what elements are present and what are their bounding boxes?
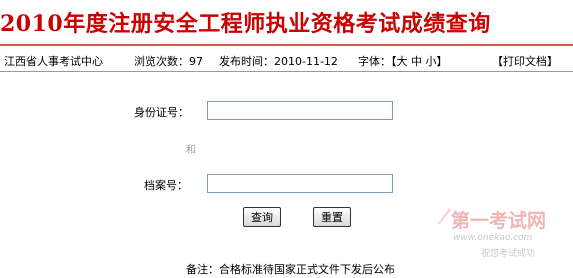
id-number-input[interactable] xyxy=(207,101,393,120)
archive-number-input[interactable] xyxy=(207,174,393,193)
source-text: 江西省人事考试中心 xyxy=(4,55,103,68)
info-divider xyxy=(0,71,573,72)
watermark-title: 第一考试网 xyxy=(451,210,547,232)
reset-button[interactable]: 重置 xyxy=(313,207,351,227)
query-button[interactable]: 查询 xyxy=(243,207,281,227)
watermark-slogan: 祝您考试成功 xyxy=(481,249,536,259)
article-info-bar: 江西省人事考试中心 浏览次数：97 发布时间：2010-11-12 字体：【大 … xyxy=(0,53,573,69)
font-size-selector[interactable]: 字体：【大 中 小】 xyxy=(358,53,448,69)
publish-date: 发布时间：2010-11-12 xyxy=(219,55,338,68)
id-number-label: 身份证号： xyxy=(134,106,189,119)
view-count: 浏览次数：97 xyxy=(134,55,203,68)
title-divider xyxy=(0,44,573,46)
print-link[interactable]: 【打印文档】 xyxy=(492,53,558,69)
site-watermark: 第一考试网 www.onekao.com 祝您考试成功 xyxy=(438,206,571,268)
archive-number-label: 档案号： xyxy=(144,179,188,192)
footer-note: 备注：合格标准待国家正式文件下发后公布 xyxy=(186,263,395,276)
watermark-url: www.onekao.com xyxy=(453,233,533,243)
and-label: 和 xyxy=(186,145,196,156)
page-title: 2010年度注册安全工程师执业资格考试成绩查询 xyxy=(0,11,491,37)
